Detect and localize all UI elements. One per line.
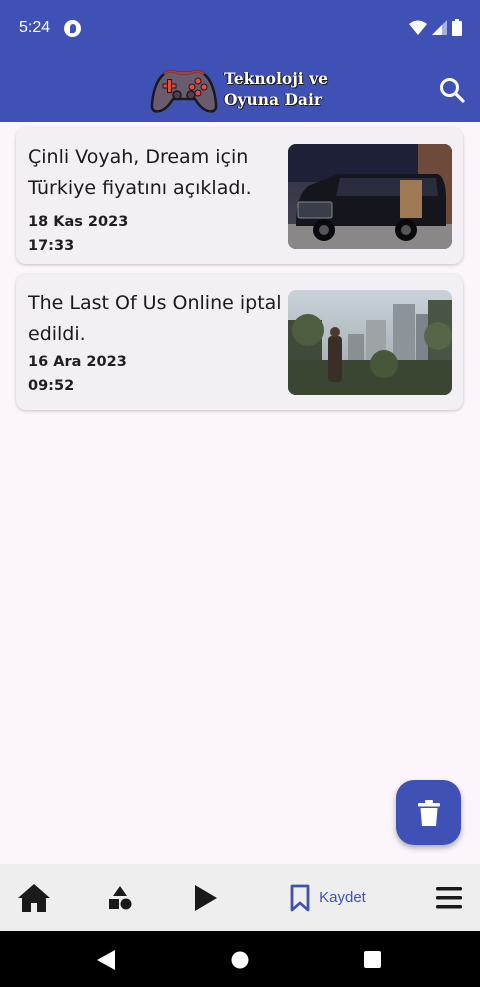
nav-categories[interactable] [100,864,140,931]
search-button[interactable] [438,76,466,104]
delete-fab[interactable] [396,780,461,845]
signal-icon [432,19,447,35]
article-date: 18 Kas 2023 [28,214,129,230]
recents-icon[interactable] [364,951,381,968]
app-title-line2: Oyuna Dair [224,90,323,109]
app-logo[interactable]: Teknoloji ve Oyuna Dair [150,64,328,114]
status-time: 5:24 [19,19,51,36]
article-thumbnail-game [288,290,452,395]
gamepad-icon [150,70,218,113]
back-icon[interactable] [97,950,115,970]
article-thumbnail-car [288,144,452,249]
home-circle-icon[interactable] [231,951,249,969]
trash-icon [417,799,440,826]
home-icon [18,883,50,912]
nav-saved[interactable]: Kaydet [280,864,376,931]
menu-icon [436,886,462,908]
app-title-line1: Teknoloji ve [224,69,328,88]
article-card[interactable]: The Last Of Us Online iptal edildi. 16 A… [16,274,463,410]
bookmark-icon [290,884,310,911]
app-notification-icon [64,20,81,37]
nav-videos[interactable] [186,864,226,931]
search-icon [440,78,465,103]
status-bar: 5:24 [0,0,480,58]
article-title: Çinli Voyah, Dream için Türkiye fiyatını… [28,146,252,199]
battery-icon [452,19,462,36]
car-photo [288,144,452,249]
game-screenshot [288,290,452,395]
app-title: Teknoloji ve Oyuna Dair [224,68,328,110]
article-time: 17:33 [28,238,75,254]
status-icons [409,19,462,36]
nav-saved-label: Kaydet [319,889,366,906]
shapes-icon [109,885,132,909]
article-title: The Last Of Us Online iptal edildi. [28,292,282,345]
system-nav-bar [0,931,480,987]
wifi-icon [409,20,427,35]
bottom-nav: Kaydet [0,864,480,931]
article-date: 16 Ara 2023 [28,354,127,370]
app-bar: Teknoloji ve Oyuna Dair [0,58,480,122]
article-card[interactable]: Çinli Voyah, Dream için Türkiye fiyatını… [16,128,463,264]
play-icon [195,884,217,911]
article-time: 09:52 [28,378,75,394]
nav-menu[interactable] [430,864,468,931]
nav-home[interactable] [12,864,56,931]
